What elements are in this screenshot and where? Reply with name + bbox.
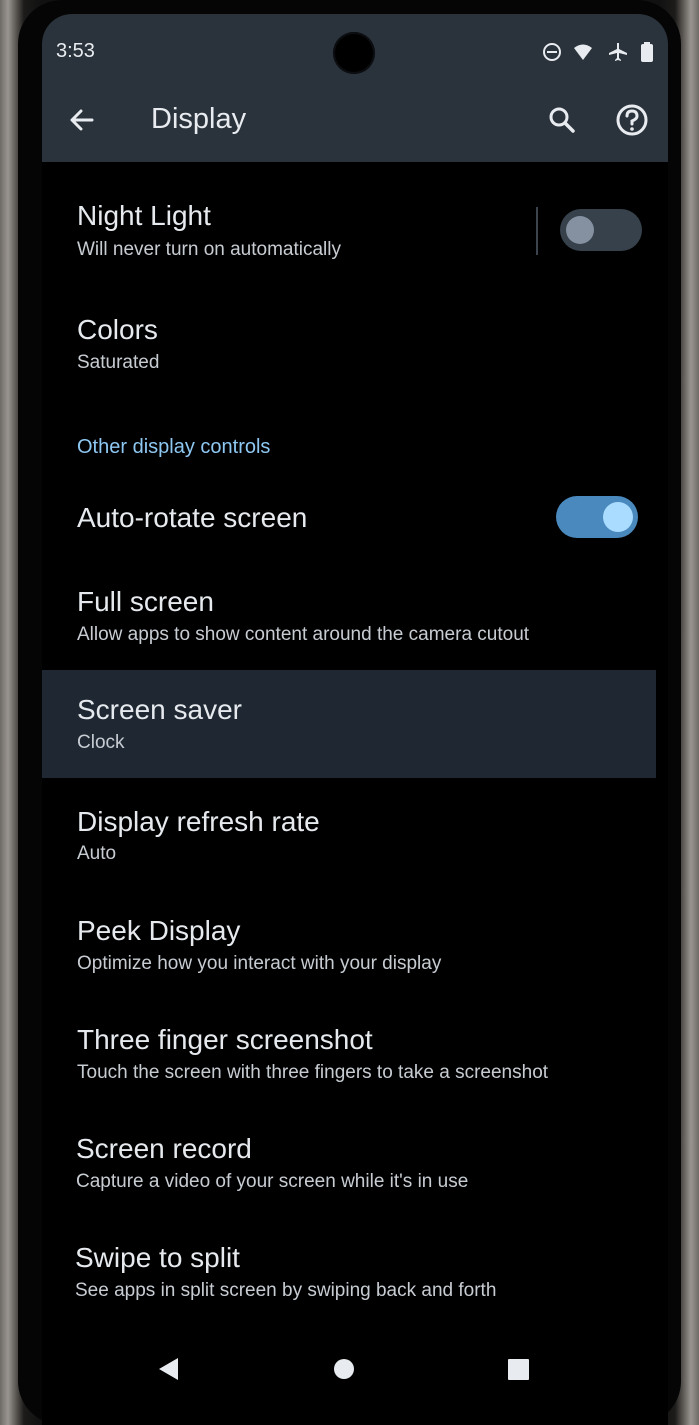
divider xyxy=(536,207,538,255)
setting-summary: Touch the screen with three fingers to t… xyxy=(77,1062,549,1083)
phone-screen: 3:53 Display Night Light Will never turn… xyxy=(42,14,668,1425)
section-header: Other display controls xyxy=(77,436,271,458)
arrow-back-icon[interactable] xyxy=(62,100,102,140)
setting-swipe-to-split[interactable]: Swipe to split See apps in split screen … xyxy=(42,1224,656,1324)
setting-summary: Optimize how you interact with your disp… xyxy=(77,953,442,974)
setting-summary: Will never turn on automatically xyxy=(77,239,341,260)
setting-title: Full screen xyxy=(77,586,214,617)
setting-three-finger-screenshot[interactable]: Three finger screenshot Touch the screen… xyxy=(42,1006,656,1106)
setting-screen-record[interactable]: Screen record Capture a video of your sc… xyxy=(42,1115,656,1215)
setting-title: Display refresh rate xyxy=(77,806,320,837)
setting-title: Swipe to split xyxy=(75,1242,240,1273)
setting-summary: Auto xyxy=(77,843,117,864)
toggle-knob xyxy=(603,502,633,532)
setting-screen-saver[interactable]: Screen saver Clock xyxy=(42,670,656,778)
status-time: 3:53 xyxy=(56,40,95,62)
setting-title: Peek Display xyxy=(77,915,241,946)
nav-back-icon[interactable] xyxy=(147,1349,187,1389)
setting-summary: Allow apps to show content around the ca… xyxy=(77,624,530,645)
setting-title: Screen saver xyxy=(77,694,242,725)
app-bar: Display xyxy=(42,84,668,162)
setting-night-light[interactable]: Night Light Will never turn on automatic… xyxy=(42,182,656,282)
setting-summary: Clock xyxy=(77,732,125,753)
page-title: Display xyxy=(151,103,247,135)
airplane-icon xyxy=(609,43,627,61)
status-bar: 3:53 xyxy=(42,14,668,84)
camera-cutout xyxy=(333,32,375,74)
setting-colors[interactable]: Colors Saturated xyxy=(42,296,656,396)
setting-title: Night Light xyxy=(77,200,211,231)
setting-summary: Capture a video of your screen while it'… xyxy=(76,1171,469,1192)
nav-home-icon[interactable] xyxy=(324,1349,364,1389)
setting-peek-display[interactable]: Peek Display Optimize how you interact w… xyxy=(42,897,656,997)
setting-auto-rotate[interactable]: Auto-rotate screen xyxy=(42,480,656,560)
auto-rotate-toggle[interactable] xyxy=(556,496,638,538)
setting-title: Auto-rotate screen xyxy=(77,502,308,533)
setting-title: Three finger screenshot xyxy=(77,1024,373,1055)
setting-title: Screen record xyxy=(76,1133,252,1164)
setting-summary: See apps in split screen by swiping back… xyxy=(75,1280,497,1301)
nav-recents-icon[interactable] xyxy=(498,1349,538,1389)
battery-icon xyxy=(641,42,653,62)
setting-full-screen[interactable]: Full screen Allow apps to show content a… xyxy=(42,568,656,668)
toggle-knob xyxy=(566,216,594,244)
search-icon[interactable] xyxy=(542,100,582,140)
setting-title: Colors xyxy=(77,314,158,345)
help-icon[interactable] xyxy=(612,100,652,140)
navigation-bar xyxy=(42,1319,668,1425)
do-not-disturb-icon xyxy=(543,43,561,61)
wifi-icon xyxy=(574,44,592,60)
night-light-toggle[interactable] xyxy=(560,209,642,251)
setting-summary: Saturated xyxy=(77,352,160,373)
setting-refresh-rate[interactable]: Display refresh rate Auto xyxy=(42,788,656,888)
